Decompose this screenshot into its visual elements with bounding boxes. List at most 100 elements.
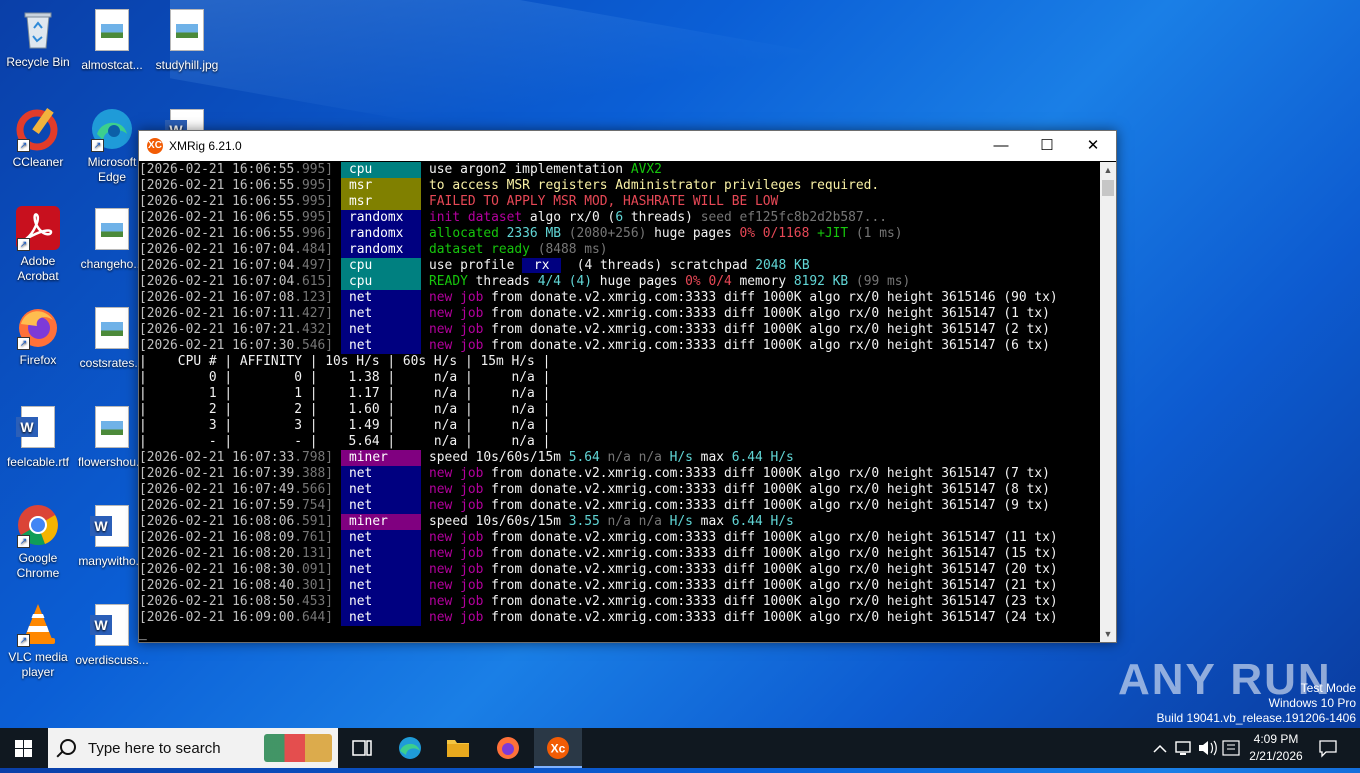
desktop-icon-label: Firefox <box>19 353 57 367</box>
desktop-icon-label: overdiscuss... <box>75 653 149 667</box>
taskbar-explorer-button[interactable] <box>434 728 482 768</box>
table-text: | - | - | 5.64 | n/a | n/a | <box>139 434 551 449</box>
hashrate-table-row: | - | - | 5.64 | n/a | n/a | <box>139 434 1099 450</box>
log-tag: msr <box>341 194 422 210</box>
scroll-down-arrow-icon[interactable]: ▼ <box>1100 626 1116 642</box>
log-message: new job <box>429 498 484 513</box>
desktop-icon-ccleaner[interactable]: ↗ CCleaner <box>0 106 76 170</box>
log-timestamp: [2026-02-21 16:07:04 <box>139 274 295 289</box>
scrollbar-thumb[interactable] <box>1102 180 1114 196</box>
chrome-icon: ↗ <box>15 502 61 548</box>
console-log-line: [2026-02-21 16:09:00.644] net new job from… <box>139 610 1099 626</box>
log-message: huge pages <box>592 274 686 289</box>
console-log-line: [2026-02-21 16:06:55.995] randomx init dat… <box>139 210 1099 226</box>
log-message: new job <box>429 482 484 497</box>
console-log-line: [2026-02-21 16:07:33.798] miner speed 10s/… <box>139 450 1099 466</box>
console-output[interactable]: [2026-02-21 16:06:55.995] cpu use argon2 i… <box>139 162 1099 642</box>
log-message: from donate.v2.xmrig.com:3333 diff 1000K… <box>483 578 1058 593</box>
tray-input-button[interactable] <box>1220 728 1242 768</box>
tray-volume-button[interactable] <box>1196 728 1218 768</box>
xmrig-console-window[interactable]: XC XMRig 6.21.0 — ☐ ✕ [2026-02-21 16:06:… <box>138 130 1117 643</box>
log-timestamp: [2026-02-21 16:06:55 <box>139 178 295 193</box>
log-message: argon2 <box>460 162 507 177</box>
image-file-icon <box>89 208 135 254</box>
console-log-line: [2026-02-21 16:07:39.388] net new job from… <box>139 466 1099 482</box>
log-message: READY <box>429 274 468 289</box>
search-icon <box>60 739 76 755</box>
log-message: H/s <box>661 514 693 529</box>
log-message: from donate.v2.xmrig.com:3333 diff 1000K… <box>483 530 1058 545</box>
desktop-icon-recycle-bin[interactable]: Recycle Bin <box>0 6 76 70</box>
log-timestamp-ms: .754] <box>294 498 334 513</box>
tray-clock[interactable]: 4:09 PM 2/21/2026 <box>1244 728 1308 771</box>
desktop-icon-feelcable[interactable]: W feelcable.rtf <box>0 403 76 470</box>
action-center-button[interactable] <box>1312 728 1344 768</box>
log-tag: cpu <box>341 274 422 290</box>
windows-test-mode-watermark: Test Mode Windows 10 Pro Build 19041.vb_… <box>1157 681 1357 726</box>
log-message: from donate.v2.xmrig.com:3333 diff 1000K… <box>483 498 1050 513</box>
desktop-icon-firefox[interactable]: ↗ Firefox <box>0 304 76 368</box>
start-button[interactable] <box>0 728 48 768</box>
log-timestamp: [2026-02-21 16:08:09 <box>139 530 295 545</box>
log-message: init dataset <box>429 210 523 225</box>
show-hidden-icons-button[interactable] <box>1150 728 1170 768</box>
desktop-icon-almostcat[interactable]: almostcat... <box>74 6 150 73</box>
watermark-line: Build 19041.vb_release.191206-1406 <box>1156 711 1357 725</box>
console-log-line: [2026-02-21 16:07:59.754] net new job from… <box>139 498 1099 514</box>
task-view-icon <box>352 740 372 756</box>
log-timestamp: [2026-02-21 16:07:08 <box>139 290 295 305</box>
task-view-button[interactable] <box>338 728 386 768</box>
log-message: from donate.v2.xmrig.com:3333 diff 1000K… <box>483 322 1050 337</box>
notification-icon <box>1319 740 1337 758</box>
log-tag: net <box>341 498 422 514</box>
watermark-line: Test Mode <box>1300 681 1356 695</box>
taskbar-search-box[interactable]: Type here to search <box>48 728 338 768</box>
desktop-icon-chrome[interactable]: ↗ Google Chrome <box>0 502 76 581</box>
table-text: | 1 | 1 | 1.17 | n/a | n/a | <box>139 386 551 401</box>
maximize-button[interactable]: ☐ <box>1024 131 1070 161</box>
taskbar-edge-button[interactable] <box>386 728 434 768</box>
log-timestamp-ms: .761] <box>294 530 334 545</box>
log-timestamp: [2026-02-21 16:07:21 <box>139 322 295 337</box>
log-tag: msr <box>341 178 422 194</box>
search-placeholder: Type here to search <box>88 740 221 757</box>
close-button[interactable]: ✕ <box>1070 131 1116 161</box>
log-tag: randomx <box>341 210 422 226</box>
log-message: from donate.v2.xmrig.com:3333 diff 1000K… <box>483 306 1050 321</box>
svg-text:Xc: Xc <box>551 742 566 756</box>
search-highlight-gift-icon[interactable] <box>264 734 332 762</box>
log-message: from donate.v2.xmrig.com:3333 diff 1000K… <box>483 610 1058 625</box>
taskbar-firefox-button[interactable] <box>484 728 532 768</box>
log-timestamp-ms: .131] <box>294 546 334 561</box>
desktop-icon-adobe-acrobat[interactable]: ↗ Adobe Acrobat <box>0 205 76 284</box>
log-tag: net <box>341 594 422 610</box>
taskbar-xmrig-button[interactable]: Xc <box>534 728 582 768</box>
log-message: +JIT <box>809 226 849 241</box>
close-icon: ✕ <box>1086 137 1100 154</box>
log-tag: net <box>341 610 422 626</box>
log-message: new job <box>429 530 484 545</box>
scroll-up-arrow-icon[interactable]: ▲ <box>1100 162 1116 178</box>
log-timestamp: [2026-02-21 16:06:55 <box>139 162 295 177</box>
log-message: new job <box>429 562 484 577</box>
log-timestamp-ms: .546] <box>294 338 334 353</box>
window-titlebar[interactable]: XC XMRig 6.21.0 — ☐ ✕ <box>139 131 1116 161</box>
vertical-scrollbar[interactable]: ▲ ▼ <box>1100 162 1116 642</box>
log-message: new job <box>429 322 484 337</box>
recycle-bin-icon <box>15 6 61 52</box>
minimize-button[interactable]: — <box>978 131 1024 161</box>
shortcut-arrow-icon: ↗ <box>17 337 30 350</box>
log-timestamp: [2026-02-21 16:06:55 <box>139 194 295 209</box>
tray-network-button[interactable] <box>1172 728 1194 768</box>
desktop-icon-vlc[interactable]: ↗ VLC media player <box>0 601 76 680</box>
shortcut-arrow-icon: ↗ <box>17 139 30 152</box>
desktop-icon-studyhill[interactable]: studyhill.jpg <box>149 6 225 73</box>
log-timestamp: [2026-02-21 16:07:33 <box>139 450 295 465</box>
log-message: (4 threads) scratchpad <box>561 258 756 273</box>
log-timestamp-ms: .995] <box>294 194 334 209</box>
desktop-icon-label: VLC media player <box>8 650 68 679</box>
log-timestamp: [2026-02-21 16:07:04 <box>139 258 295 273</box>
log-message: 2336 MB <box>506 226 561 241</box>
log-message: new job <box>429 578 484 593</box>
log-message: new job <box>429 290 484 305</box>
